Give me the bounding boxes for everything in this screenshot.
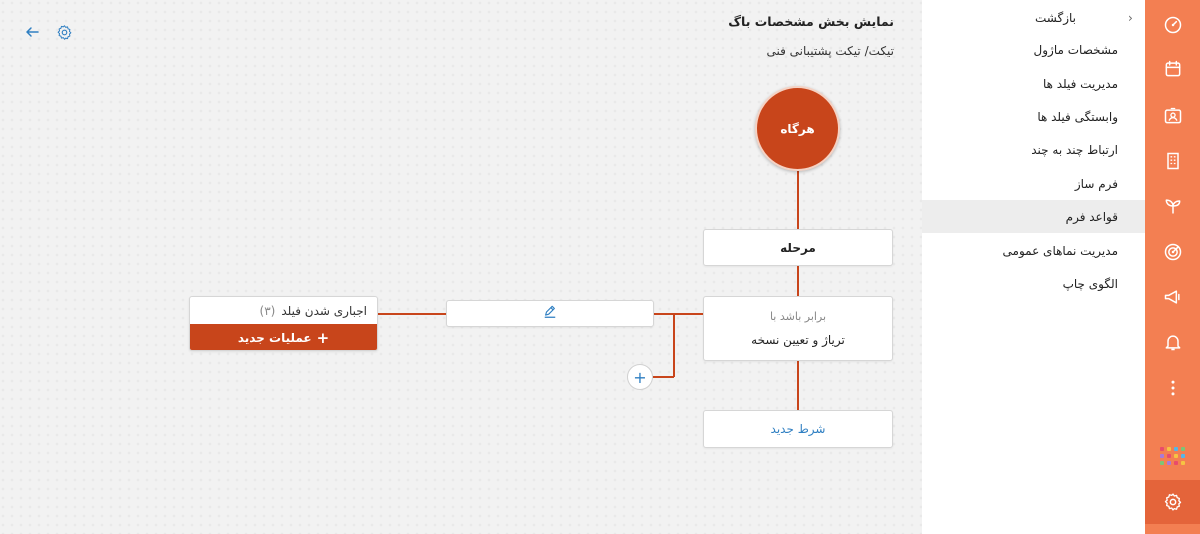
- action-title: اجباری شدن فیلد: [281, 303, 367, 318]
- connector-line: [673, 313, 675, 377]
- menu-item-field-dependency[interactable]: وابستگی فیلد ها: [922, 100, 1145, 133]
- pencil-icon: [543, 305, 557, 322]
- connector-line: [797, 171, 799, 229]
- condition-value: تریاژ و تعیین نسخه: [751, 333, 845, 347]
- condition-operator: برابر باشد با: [769, 310, 827, 323]
- connector-line: [797, 266, 799, 296]
- menu-item-field-management[interactable]: مدیریت فیلد ها: [922, 67, 1145, 100]
- menu-item-print-template[interactable]: الگوی چاپ: [922, 267, 1145, 300]
- new-condition-button[interactable]: شرط جدید: [703, 410, 893, 448]
- menu-item-form-builder[interactable]: فرم ساز: [922, 167, 1145, 200]
- building-icon[interactable]: [1145, 139, 1200, 183]
- megaphone-icon[interactable]: [1145, 275, 1200, 319]
- arrow-left-icon[interactable]: [22, 22, 42, 42]
- dashboard-icon[interactable]: [1145, 3, 1200, 47]
- apps-grid-icon[interactable]: [1145, 434, 1200, 478]
- plus-icon: +: [316, 329, 330, 347]
- bell-icon[interactable]: [1145, 320, 1200, 364]
- connector-line: [378, 313, 446, 315]
- new-action-button[interactable]: + عملیات جدید: [190, 324, 377, 350]
- connector-line: [654, 313, 703, 315]
- action-summary[interactable]: اجباری شدن فیلد (۳): [190, 297, 377, 324]
- calendar-icon[interactable]: [1145, 47, 1200, 91]
- module-settings-menu: ‹ بازگشت مشخصات ماژول مدیریت فیلد ها واب…: [922, 0, 1145, 534]
- canvas-toolbar: [22, 22, 74, 42]
- menu-item-form-rules[interactable]: قواعد فرم: [922, 200, 1145, 233]
- gear-icon[interactable]: [54, 22, 74, 42]
- more-vertical-icon[interactable]: [1145, 366, 1200, 410]
- icon-rail: [1145, 0, 1200, 534]
- action-count: (۳): [259, 303, 276, 318]
- target-icon[interactable]: [1145, 230, 1200, 274]
- condition-node[interactable]: برابر باشد با تریاژ و تعیین نسخه: [703, 296, 893, 361]
- edit-action-button[interactable]: [446, 300, 654, 327]
- connector-line: [797, 361, 799, 410]
- trigger-node[interactable]: هرگاه: [755, 86, 840, 171]
- connector-line: [653, 376, 674, 378]
- back-menu-item[interactable]: ‹ بازگشت: [922, 1, 1145, 34]
- new-action-label: عملیات جدید: [237, 331, 312, 345]
- gear-icon[interactable]: [1145, 480, 1200, 524]
- action-card: اجباری شدن فیلد (۳) + عملیات جدید: [189, 296, 378, 351]
- page-title: نمایش بخش مشخصات باگ: [728, 14, 894, 29]
- contact-card-icon[interactable]: [1145, 94, 1200, 138]
- menu-item-many-to-many[interactable]: ارتباط چند به چند: [922, 133, 1145, 166]
- menu-item-module-specs[interactable]: مشخصات ماژول: [922, 33, 1145, 66]
- menu-item-public-views[interactable]: مدیریت نماهای عمومی: [922, 234, 1145, 267]
- back-label: بازگشت: [1035, 10, 1076, 25]
- chevron-left-icon: ‹: [1128, 10, 1133, 25]
- sprout-icon[interactable]: [1145, 184, 1200, 228]
- flow-canvas: نمایش بخش مشخصات باگ تیکت/ تیکت پشتیبانی…: [0, 0, 922, 534]
- add-branch-button[interactable]: +: [627, 364, 653, 390]
- breadcrumb: تیکت/ تیکت پشتیبانی فنی: [766, 44, 895, 58]
- stage-node[interactable]: مرحله: [703, 229, 893, 266]
